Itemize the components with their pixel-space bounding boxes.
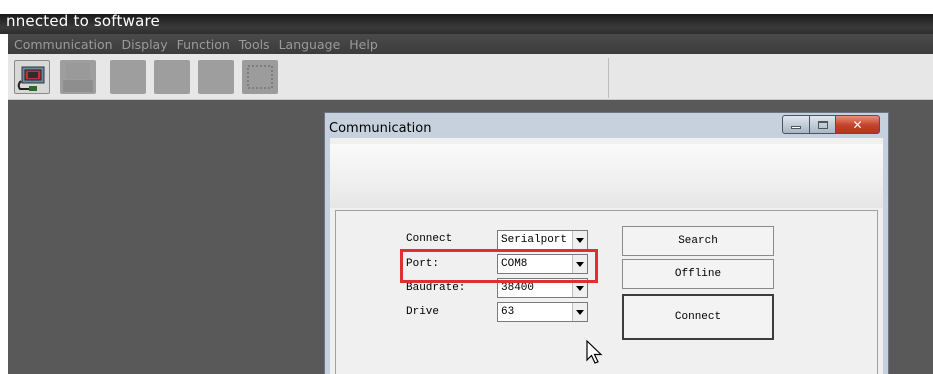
close-icon: ✕ xyxy=(852,117,863,132)
toolbar-separator xyxy=(608,58,609,98)
port-highlight-box xyxy=(400,249,598,283)
dialog-banner xyxy=(330,144,883,208)
connect-label: Connect xyxy=(406,233,453,245)
serial-port-icon[interactable] xyxy=(14,60,50,94)
mouse-cursor-icon xyxy=(586,340,603,364)
plug-icon[interactable] xyxy=(60,60,96,94)
connect-select[interactable]: Serialport xyxy=(497,230,588,250)
connect-button[interactable]: Connect xyxy=(622,294,774,340)
communication-dialog: Communication ✕ Connect Port: Baudrate: … xyxy=(324,112,889,374)
menu-language[interactable]: Language xyxy=(279,37,341,52)
module-icon[interactable] xyxy=(110,60,146,94)
minimize-icon xyxy=(791,126,801,129)
chip-icon[interactable] xyxy=(242,60,278,94)
chevron-down-icon[interactable] xyxy=(572,303,587,321)
menu-help[interactable]: Help xyxy=(349,37,378,52)
dialog-title: Communication xyxy=(329,121,432,136)
minimize-button[interactable] xyxy=(782,115,810,134)
window-left-edge xyxy=(0,34,8,374)
menu-bar: Communication Display Function Tools Lan… xyxy=(0,34,933,54)
menu-display[interactable]: Display xyxy=(122,37,168,52)
menu-tools[interactable]: Tools xyxy=(239,37,270,52)
menu-communication[interactable]: Communication xyxy=(14,37,113,52)
maximize-button[interactable] xyxy=(810,115,836,134)
screen: nnected to software Communication Displa… xyxy=(0,0,933,374)
connection-panel: Connect Port: Baudrate: Drive Serialport… xyxy=(335,210,878,374)
connect-select-value: Serialport xyxy=(501,234,568,246)
module-icon[interactable] xyxy=(198,60,234,94)
window-title: nnected to software xyxy=(6,12,160,30)
offline-button[interactable]: Offline xyxy=(622,259,774,289)
drive-select[interactable]: 63 xyxy=(497,302,588,322)
window-controls: ✕ xyxy=(782,115,880,134)
drive-label: Drive xyxy=(406,306,440,318)
maximize-icon xyxy=(817,120,828,129)
close-button[interactable]: ✕ xyxy=(836,115,880,134)
baudrate-select-value: 38400 xyxy=(501,282,535,294)
baudrate-label: Baudrate: xyxy=(406,282,466,294)
menu-function[interactable]: Function xyxy=(177,37,230,52)
search-button[interactable]: Search xyxy=(622,226,774,256)
chevron-down-icon[interactable] xyxy=(572,231,587,249)
module-icon[interactable] xyxy=(154,60,190,94)
toolbar xyxy=(8,54,933,100)
drive-select-value: 63 xyxy=(501,306,515,318)
